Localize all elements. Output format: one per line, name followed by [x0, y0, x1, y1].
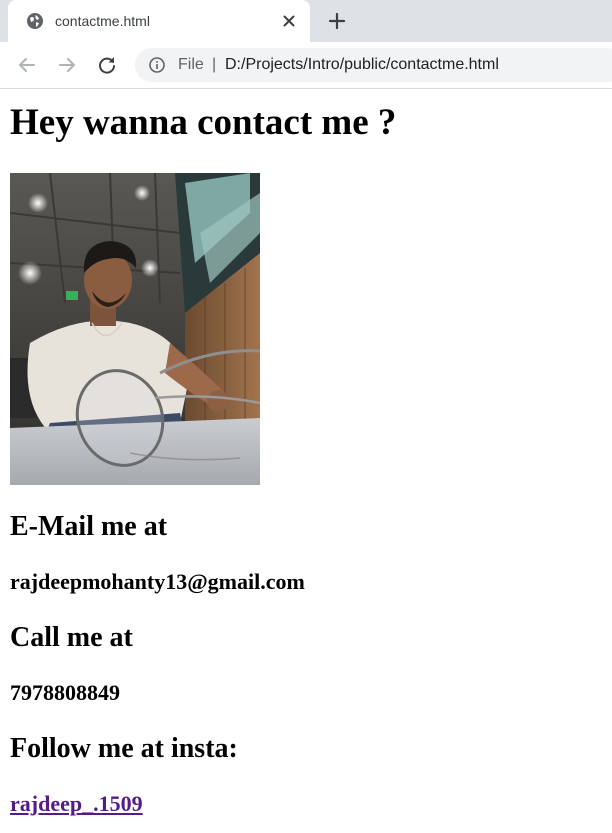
page-title: Hey wanna contact me ?	[10, 102, 397, 143]
globe-icon	[27, 13, 43, 29]
insta-heading: Follow me at insta:	[10, 733, 238, 764]
profile-photo	[10, 173, 260, 485]
arrow-left-icon[interactable]	[16, 54, 38, 76]
info-icon[interactable]	[149, 57, 165, 73]
insta-link[interactable]: rajdeep_.1509	[10, 791, 143, 816]
insta-link-wrapper: rajdeep_.1509	[10, 791, 143, 817]
arrow-right-icon[interactable]	[56, 54, 78, 76]
address-bar[interactable]: File | D:/Projects/Intro/public/contactm…	[135, 48, 612, 82]
address-separator: |	[212, 56, 217, 73]
plus-icon[interactable]	[326, 10, 348, 32]
tab-contactme[interactable]: contactme.html	[8, 0, 310, 42]
close-icon[interactable]	[280, 12, 298, 30]
address-url[interactable]: D:/Projects/Intro/public/contactme.html	[225, 56, 499, 74]
tab-strip: contactme.html	[0, 0, 612, 42]
phone-value: 7978808849	[10, 680, 120, 705]
tab-title: contactme.html	[55, 13, 150, 29]
email-heading: E-Mail me at	[10, 511, 168, 542]
reload-icon[interactable]	[96, 54, 118, 76]
browser-toolbar: File | D:/Projects/Intro/public/contactm…	[0, 42, 612, 89]
email-value: rajdeepmohanty13@gmail.com	[10, 569, 305, 594]
phone-heading: Call me at	[10, 622, 133, 653]
profile-photo-image	[10, 173, 260, 485]
address-scheme: File	[178, 56, 204, 73]
